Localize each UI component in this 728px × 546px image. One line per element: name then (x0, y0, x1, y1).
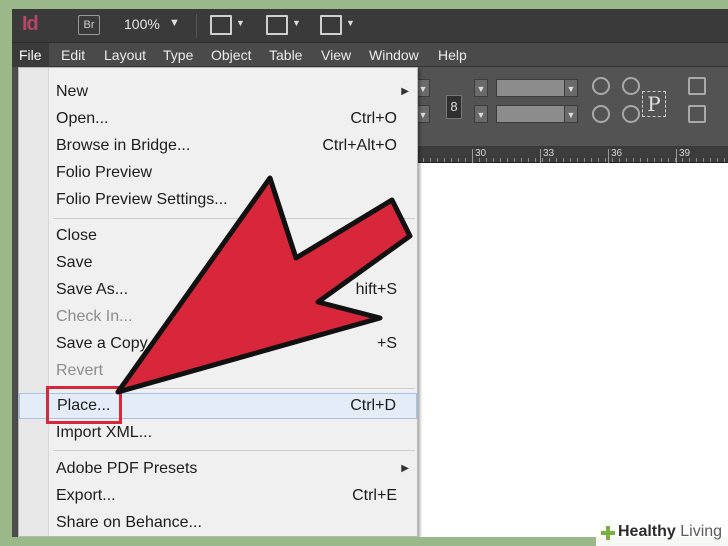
menu-file[interactable]: File (12, 43, 49, 67)
menu-layout[interactable]: Layout (104, 47, 146, 63)
menu-separator (53, 450, 415, 451)
stroke-weight-field[interactable] (496, 79, 566, 97)
horizontal-ruler: 30 33 36 39 (416, 147, 728, 163)
menu-item-revert: Revert (56, 362, 104, 379)
highlight-box (46, 386, 122, 424)
submenu-arrow-icon: ▶ (401, 463, 409, 474)
arrange-documents-dropdown-icon[interactable]: ▼ (346, 18, 355, 28)
watermark: Healthy Living (596, 520, 728, 546)
menu-item-export[interactable]: Export... Ctrl+E (19, 484, 417, 510)
menu-item-browse-in-bridge[interactable]: Browse in Bridge... Ctrl+Alt+O (19, 134, 417, 160)
select-container-icon[interactable] (688, 77, 706, 95)
menu-item-import-xml[interactable]: Import XML... (19, 421, 417, 447)
menu-item-open[interactable]: Open... Ctrl+O (19, 107, 417, 133)
menu-item-save-as[interactable]: Save As... hift+S (19, 278, 417, 304)
menu-object[interactable]: Object (211, 47, 251, 63)
constrain-proportions-icon[interactable]: 8 (446, 95, 462, 119)
menu-table[interactable]: Table (269, 47, 302, 63)
indesign-logo: Id (22, 13, 39, 35)
health-cross-icon (601, 526, 615, 540)
menu-item-save[interactable]: Save (19, 251, 417, 277)
arrange-documents-icon[interactable] (320, 15, 342, 35)
menu-help[interactable]: Help (438, 47, 467, 63)
menu-item-share-on-behance[interactable]: Share on Behance... (19, 511, 417, 537)
ruler-label: 36 (611, 148, 623, 159)
menu-item-check-in: Check In... (56, 308, 133, 325)
zoom-dropdown-icon[interactable]: ▼ (169, 17, 180, 29)
menu-item-adobe-pdf-presets[interactable]: Adobe PDF Presets ▶ (19, 457, 417, 483)
menu-edit[interactable]: Edit (61, 47, 85, 63)
menu-item-folio-preview-settings[interactable]: Folio Preview Settings... (19, 188, 417, 214)
menu-item-new[interactable]: New ▶ (19, 80, 417, 106)
menu-view[interactable]: View (321, 47, 351, 63)
shear-angle-field[interactable] (496, 105, 566, 123)
ruler-label: 30 (475, 148, 487, 159)
app-bar: Id Br 100% ▼ ▼ ▼ ▼ (12, 9, 728, 43)
dropdown-caret-icon[interactable]: ▼ (564, 105, 578, 123)
ruler-label: 33 (543, 148, 555, 159)
dropdown-caret-icon[interactable]: ▼ (564, 79, 578, 97)
dropdown-caret-icon[interactable]: ▼ (416, 105, 430, 123)
menu-separator (53, 218, 415, 219)
toolbar-divider (196, 14, 197, 38)
screen-mode-dropdown-icon[interactable]: ▼ (292, 18, 301, 28)
control-panel: ▼ ▼ 8 ▼ ▼ ▼ ▼ P (416, 67, 728, 147)
reference-frame-icon[interactable]: P (642, 91, 666, 117)
dropdown-caret-icon[interactable]: ▼ (416, 79, 430, 97)
menu-type[interactable]: Type (163, 47, 193, 63)
menu-item-folio-preview[interactable]: Folio Preview (19, 161, 417, 187)
watermark-text: Healthy Living (618, 523, 723, 540)
document-page[interactable] (416, 163, 728, 537)
dropdown-caret-icon[interactable]: ▼ (474, 105, 488, 123)
menu-item-close[interactable]: Close (19, 224, 417, 250)
screen-mode-icon[interactable] (266, 15, 288, 35)
rotate-ccw-icon[interactable] (622, 77, 640, 95)
view-options-dropdown-icon[interactable]: ▼ (236, 18, 245, 28)
rotate-cw-icon[interactable] (592, 77, 610, 95)
menu-item-save-a-copy[interactable]: Save a Copy... +S (19, 332, 417, 358)
select-content-icon[interactable] (688, 105, 706, 123)
zoom-level[interactable]: 100% (124, 16, 160, 32)
menu-bar: File Edit Layout Type Object Table View … (12, 43, 728, 67)
dropdown-caret-icon[interactable]: ▼ (474, 79, 488, 97)
flip-horizontal-icon[interactable] (592, 105, 610, 123)
menu-window[interactable]: Window (369, 47, 419, 63)
bridge-button[interactable]: Br (78, 15, 100, 35)
ruler-label: 39 (679, 148, 691, 159)
indesign-window: Id Br 100% ▼ ▼ ▼ ▼ File Edit Layout Type… (12, 9, 728, 537)
flip-vertical-icon[interactable] (622, 105, 640, 123)
view-options-icon[interactable] (210, 15, 232, 35)
file-menu-dropdown: New ▶ Open... Ctrl+O Browse in Bridge...… (18, 67, 418, 537)
submenu-arrow-icon: ▶ (401, 86, 409, 97)
